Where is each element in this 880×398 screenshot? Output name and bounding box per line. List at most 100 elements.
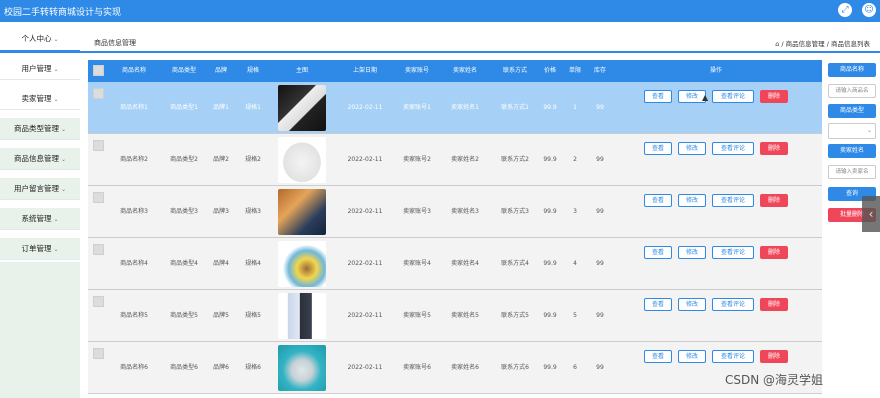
seller-name-input[interactable]: 请输入卖家名: [828, 165, 876, 179]
table-row[interactable]: 商品名称6 商品类型6 品牌6 规格6 2022-02-11 卖家账号6 卖家姓名6 联系方式…: [88, 342, 822, 394]
table-row[interactable]: 商品名称3 商品类型3 品牌3 规格3 2022-02-11 卖家账号3 卖家姓名3 联系方式…: [88, 186, 822, 238]
cell-limit: 1: [573, 104, 577, 111]
cell-type: 商品类型4: [170, 260, 198, 267]
view-button[interactable]: 查看: [644, 298, 672, 311]
view-reviews-button[interactable]: 查看评论: [712, 142, 754, 155]
col-header-date[interactable]: 上架日期: [342, 60, 388, 82]
cell-brand: 品牌4: [213, 260, 229, 267]
col-header-price[interactable]: 价格: [540, 60, 560, 82]
cell-account: 卖家账号2: [403, 156, 431, 163]
sidebar-item-user-management[interactable]: 用户管理 ⌄: [0, 58, 80, 80]
col-header-contact[interactable]: 联系方式: [494, 60, 536, 82]
cell-date: 2022-02-11: [347, 156, 383, 163]
cell-stock: 99: [596, 104, 604, 111]
view-button[interactable]: 查看: [644, 194, 672, 207]
sidebar-item-order-management[interactable]: 订单管理 ⌄: [0, 238, 80, 260]
product-image-phone[interactable]: [278, 293, 326, 339]
edit-button[interactable]: 修改: [678, 298, 706, 311]
table-row[interactable]: 商品名称2 商品类型2 品牌2 规格2 2022-02-11 卖家账号2 卖家姓名2 联系方式…: [88, 134, 822, 186]
cell-limit: 5: [573, 312, 577, 319]
view-reviews-button[interactable]: 查看评论: [712, 350, 754, 363]
product-type-select[interactable]: ⌄: [828, 123, 876, 139]
col-header-actions: 操作: [709, 67, 722, 74]
cell-contact: 联系方式6: [501, 364, 529, 371]
table-row[interactable]: 商品名称4 商品类型4 品牌4 规格4 2022-02-11 卖家账号4 卖家姓名4 联系方式…: [88, 238, 822, 290]
table-header: 商品名称 商品类型 品牌 规格 主图 上架日期 卖家账号 卖家姓名 联系方式 价…: [88, 60, 822, 82]
view-reviews-button[interactable]: 查看评论: [712, 194, 754, 207]
cell-date: 2022-02-11: [347, 312, 383, 319]
sidebar-item-product-type-management[interactable]: 商品类型管理 ⌄: [0, 118, 80, 140]
table-row[interactable]: 商品名称5 商品类型5 品牌5 规格5 2022-02-11 卖家账号5 卖家姓名5 联系方式…: [88, 290, 822, 342]
edit-button[interactable]: 修改: [678, 194, 706, 207]
row-checkbox[interactable]: [93, 192, 104, 203]
view-button[interactable]: 查看: [644, 350, 672, 363]
row-checkbox[interactable]: [93, 88, 104, 99]
table-row[interactable]: 商品名称1 商品类型1 品牌1 规格1 2022-02-11 卖家账号1 卖家姓名1 联系方式…: [88, 82, 822, 134]
sidebar-item-message-management[interactable]: 用户留言管理 ⌄: [0, 178, 80, 200]
product-image-tshirt[interactable]: [278, 137, 326, 183]
cell-seller: 卖家姓名5: [451, 312, 479, 319]
edit-button[interactable]: 修改: [678, 142, 706, 155]
mouse-cursor-icon: ▲: [702, 93, 709, 102]
cell-spec: 规格6: [245, 364, 261, 371]
cell-seller: 卖家姓名1: [451, 104, 479, 111]
product-image-phone-colors[interactable]: [278, 241, 326, 287]
row-checkbox[interactable]: [93, 140, 104, 151]
product-name-label: 商品名称: [828, 63, 876, 77]
sidebar-item-product-info-management[interactable]: 商品信息管理 ⌄: [0, 148, 80, 170]
cell-account: 卖家账号5: [403, 312, 431, 319]
sidebar: 个人中心 ⌄ 用户管理 ⌄ 卖家管理 ⌄ 商品类型管理 ⌄ 商品信息管理 ⌄ 用户留言管理…: [0, 22, 80, 398]
sidebar-item-personal-center[interactable]: 个人中心 ⌄: [0, 28, 80, 50]
cell-limit: 4: [573, 260, 577, 267]
edit-button[interactable]: 修改: [678, 246, 706, 259]
delete-button[interactable]: 删除: [760, 350, 788, 363]
product-image-kettle[interactable]: [278, 345, 326, 391]
col-header-name[interactable]: 商品名称: [114, 60, 154, 82]
cell-brand: 品牌6: [213, 364, 229, 371]
fullscreen-icon[interactable]: ⤢: [838, 3, 852, 17]
view-button[interactable]: 查看: [644, 246, 672, 259]
row-checkbox[interactable]: [93, 244, 104, 255]
delete-button[interactable]: 删除: [760, 90, 788, 103]
user-avatar-icon[interactable]: ☺: [862, 3, 876, 17]
chevron-down-icon: ⌄: [866, 127, 872, 134]
delete-button[interactable]: 删除: [760, 142, 788, 155]
edit-button[interactable]: 修改: [678, 350, 706, 363]
col-header-image: 主图: [295, 67, 308, 74]
col-header-stock[interactable]: 库存: [588, 60, 612, 82]
cell-account: 卖家账号1: [403, 104, 431, 111]
delete-button[interactable]: 删除: [760, 246, 788, 259]
view-button[interactable]: 查看: [644, 90, 672, 103]
cell-type: 商品类型6: [170, 364, 198, 371]
col-header-spec[interactable]: 规格: [238, 60, 268, 82]
col-header-type[interactable]: 商品类型: [162, 60, 206, 82]
col-header-account[interactable]: 卖家账号: [396, 60, 438, 82]
view-reviews-button[interactable]: 查看评论: [712, 298, 754, 311]
delete-button[interactable]: 删除: [760, 298, 788, 311]
row-checkbox[interactable]: [93, 296, 104, 307]
chevron-down-icon: ⌄: [53, 36, 59, 43]
view-button[interactable]: 查看: [644, 142, 672, 155]
select-all-checkbox[interactable]: [93, 65, 104, 76]
product-type-label: 商品类型: [828, 104, 876, 118]
cell-limit: 2: [573, 156, 577, 163]
col-header-seller[interactable]: 卖家姓名: [444, 60, 486, 82]
cell-date: 2022-02-11: [347, 104, 383, 111]
product-name-input[interactable]: 请输入商品名: [828, 84, 876, 98]
breadcrumb[interactable]: ⌂ / 商品信息管理 / 商品信息列表: [775, 38, 870, 48]
sidebar-item-system-management[interactable]: 系统管理 ⌄: [0, 208, 80, 230]
view-reviews-button[interactable]: 查看评论: [712, 90, 754, 103]
cell-limit: 3: [573, 208, 577, 215]
cell-date: 2022-02-11: [347, 364, 383, 371]
cell-brand: 品牌2: [213, 156, 229, 163]
view-reviews-button[interactable]: 查看评论: [712, 246, 754, 259]
row-checkbox[interactable]: [93, 348, 104, 359]
product-image-book[interactable]: [278, 85, 326, 131]
delete-button[interactable]: 删除: [760, 194, 788, 207]
scroll-left-arrow-icon[interactable]: ‹: [862, 196, 880, 232]
col-header-limit[interactable]: 单限: [564, 60, 586, 82]
sidebar-item-seller-management[interactable]: 卖家管理 ⌄: [0, 88, 80, 110]
product-image-tablet[interactable]: [278, 189, 326, 235]
cell-stock: 99: [596, 208, 604, 215]
col-header-brand[interactable]: 品牌: [210, 60, 232, 82]
